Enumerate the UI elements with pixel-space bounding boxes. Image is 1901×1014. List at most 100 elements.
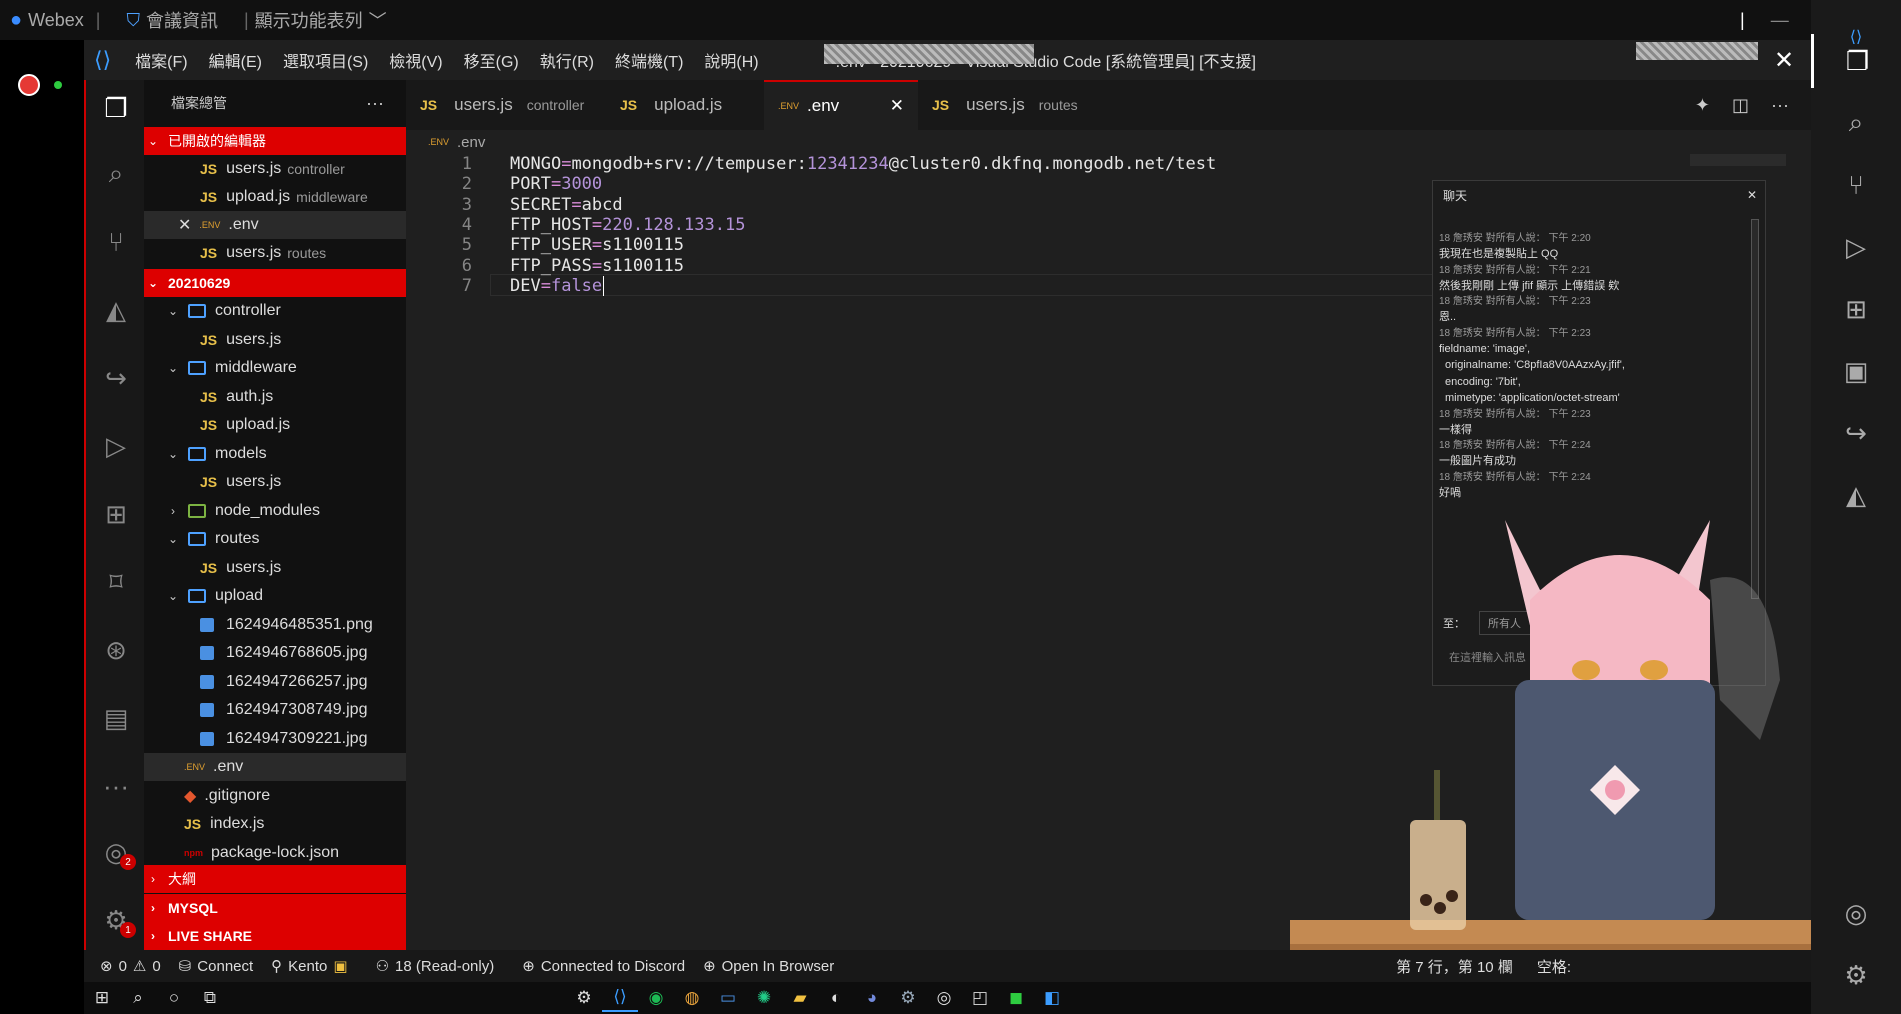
source-control-icon[interactable]: ⑂ [1811, 158, 1901, 212]
tree-file[interactable]: 1624946768605.jpg [144, 639, 406, 667]
code-line[interactable]: SECRET=abcd [510, 195, 623, 215]
lp-app-icon[interactable]: ◧ [1034, 984, 1070, 1012]
search-icon[interactable]: ⌕ [120, 984, 156, 1012]
problems-indicator[interactable]: ⊗ 0 ⚠ 0 [100, 957, 161, 976]
settings-gear-icon[interactable]: ⚙ [566, 984, 602, 1012]
cursor-position[interactable]: 第 7 行，第 10 欄 空格: [1396, 956, 1801, 977]
tree-folder[interactable]: › node_modules [144, 497, 406, 525]
tree-file[interactable]: npm package-lock.json [144, 839, 406, 867]
close-icon[interactable]: ✕ [1774, 46, 1794, 75]
tree-file[interactable]: ◆ .gitignore [144, 782, 406, 810]
liveshare-header[interactable]: › LIVE SHARE [144, 922, 406, 950]
tree-file[interactable]: 1624946485351.png [144, 611, 406, 639]
readonly-indicator[interactable]: ⚇ 18 (Read-only) [376, 957, 495, 976]
menu-terminal[interactable]: 終端機(T) [615, 48, 683, 72]
spaces-label[interactable]: 空格: [1537, 956, 1571, 977]
settings-gear-icon[interactable]: ⚙ [1811, 948, 1901, 1002]
breadcrumb[interactable]: .ENV .env [406, 130, 1811, 154]
run-debug-icon[interactable]: ▷ [1811, 220, 1901, 274]
project-header[interactable]: ⌄ 20210629 [144, 269, 406, 297]
tab-users-controller[interactable]: JS users.js controller [406, 80, 606, 130]
tree-folder[interactable]: ⌄ controller [144, 297, 406, 325]
mail-icon[interactable]: ▭ [710, 984, 746, 1012]
record-icon[interactable] [18, 74, 40, 96]
notebook-icon[interactable]: ▤ [86, 690, 146, 746]
source-control-icon[interactable]: ⑂ [86, 214, 146, 270]
menu-view[interactable]: 檢視(V) [389, 48, 442, 72]
git-graph-icon[interactable]: ⊛ [86, 622, 146, 678]
code-line[interactable]: FTP_USER=s1100115 [510, 235, 684, 255]
tree-file[interactable]: JS users.js [144, 554, 406, 582]
accounts-icon[interactable]: ◎ 2 [86, 824, 146, 880]
azure-icon[interactable]: ◭ [1811, 468, 1901, 522]
discord-icon[interactable]: ◕ [854, 984, 890, 1012]
remote-explorer-icon[interactable]: ▣ [1811, 344, 1901, 398]
tab-env[interactable]: .ENV .env ✕ [764, 80, 918, 130]
liveshare-user[interactable]: ⚲ Kento ▣ [271, 957, 347, 976]
minimize-icon[interactable]: | [1740, 10, 1745, 31]
view-menu-button[interactable]: | 顯示功能表列 ﹀ [244, 7, 387, 33]
tree-file[interactable]: JS auth.js [144, 383, 406, 411]
open-editors-header[interactable]: ⌄ 已開啟的編輯器 [144, 127, 406, 155]
run-debug-icon[interactable]: ▷ [86, 418, 146, 474]
open-browser[interactable]: ⊕ Open In Browser [703, 957, 834, 976]
tree-file[interactable]: JS index.js [144, 810, 406, 838]
explorer-icon[interactable]: ❐ [1811, 34, 1901, 88]
tree-file[interactable]: JS users.js [144, 468, 406, 496]
meeting-info-button[interactable]: ⛉ 會議資訊 [126, 7, 218, 33]
vscode-app-icon[interactable]: ⟨⟩ [602, 984, 638, 1012]
tree-file[interactable]: JS upload.js [144, 411, 406, 439]
code-line[interactable]: FTP_PASS=s1100115 [510, 256, 684, 276]
menu-run[interactable]: 執行(R) [540, 48, 594, 72]
github-icon[interactable]: ◎ [926, 984, 962, 1012]
code-line[interactable]: DEV=false [510, 275, 605, 296]
discord-status[interactable]: ⊕ Connected to Discord [522, 957, 685, 976]
tree-folder[interactable]: ⌄ routes [144, 525, 406, 553]
live-share-icon[interactable]: ↪ [86, 350, 146, 406]
more-actions-icon[interactable]: ··· [366, 93, 384, 114]
tab-upload[interactable]: JS upload.js [606, 80, 764, 130]
code-line[interactable]: MONGO=mongodb+srv://tempuser:12341234@cl… [510, 154, 1216, 174]
line-icon[interactable]: ◼ [998, 984, 1034, 1012]
tree-file[interactable]: .ENV .env [144, 753, 406, 781]
tree-file[interactable]: JS users.js [144, 326, 406, 354]
more-icon[interactable]: ··· [86, 758, 146, 814]
chrome-icon[interactable]: ◍ [674, 984, 710, 1012]
app-icon[interactable]: ◰ [962, 984, 998, 1012]
bookmark-icon[interactable]: ⌑ [86, 554, 146, 610]
mysql-header[interactable]: › MYSQL [144, 894, 406, 922]
tree-file[interactable]: 1624947266257.jpg [144, 668, 406, 696]
tree-folder[interactable]: ⌄ models [144, 440, 406, 468]
spotify-icon[interactable]: ◉ [638, 984, 674, 1012]
extensions-icon[interactable]: ⊞ [86, 486, 146, 542]
windows-start-icon[interactable]: ⊞ [84, 984, 120, 1012]
search-icon[interactable]: ⌕ [1811, 96, 1901, 150]
code-line[interactable]: PORT=3000 [510, 174, 602, 194]
more-actions-icon[interactable]: ··· [1771, 95, 1789, 116]
outline-header[interactable]: › 大綱 [144, 865, 406, 893]
settings-gear-icon[interactable]: ⚙ 1 [86, 892, 146, 948]
folder-icon[interactable]: ▰ [782, 984, 818, 1012]
db-connect[interactable]: ⛁ Connect [179, 957, 253, 976]
menu-selection[interactable]: 選取項目(S) [283, 48, 368, 72]
menu-go[interactable]: 移至(G) [464, 48, 519, 72]
steam-icon[interactable]: ⚙ [890, 984, 926, 1012]
close-icon[interactable]: ✕ [178, 215, 191, 235]
kraken-icon[interactable]: ✺ [746, 984, 782, 1012]
search-icon[interactable]: ⌕ [86, 146, 146, 202]
restore-icon[interactable]: — [1771, 10, 1789, 31]
code-line[interactable]: FTP_HOST=220.128.133.15 [510, 215, 745, 235]
task-view-icon[interactable]: ⧉ [192, 984, 228, 1012]
close-icon[interactable]: ✕ [890, 96, 904, 116]
open-editor-item[interactable]: JS users.js routes [144, 239, 406, 267]
tree-folder[interactable]: ⌄ upload [144, 582, 406, 610]
explorer-icon[interactable]: ❐ [86, 80, 146, 136]
menu-edit[interactable]: 編輯(E) [209, 48, 262, 72]
menu-help[interactable]: 說明(H) [704, 48, 758, 72]
minimap[interactable] [1690, 154, 1786, 166]
live-share-icon[interactable]: ↪ [1811, 406, 1901, 460]
tree-file[interactable]: 1624947308749.jpg [144, 696, 406, 724]
pin-icon[interactable]: ✦ [1695, 95, 1710, 116]
obs-icon[interactable]: ◐ [818, 984, 854, 1012]
tree-folder[interactable]: ⌄ middleware [144, 354, 406, 382]
